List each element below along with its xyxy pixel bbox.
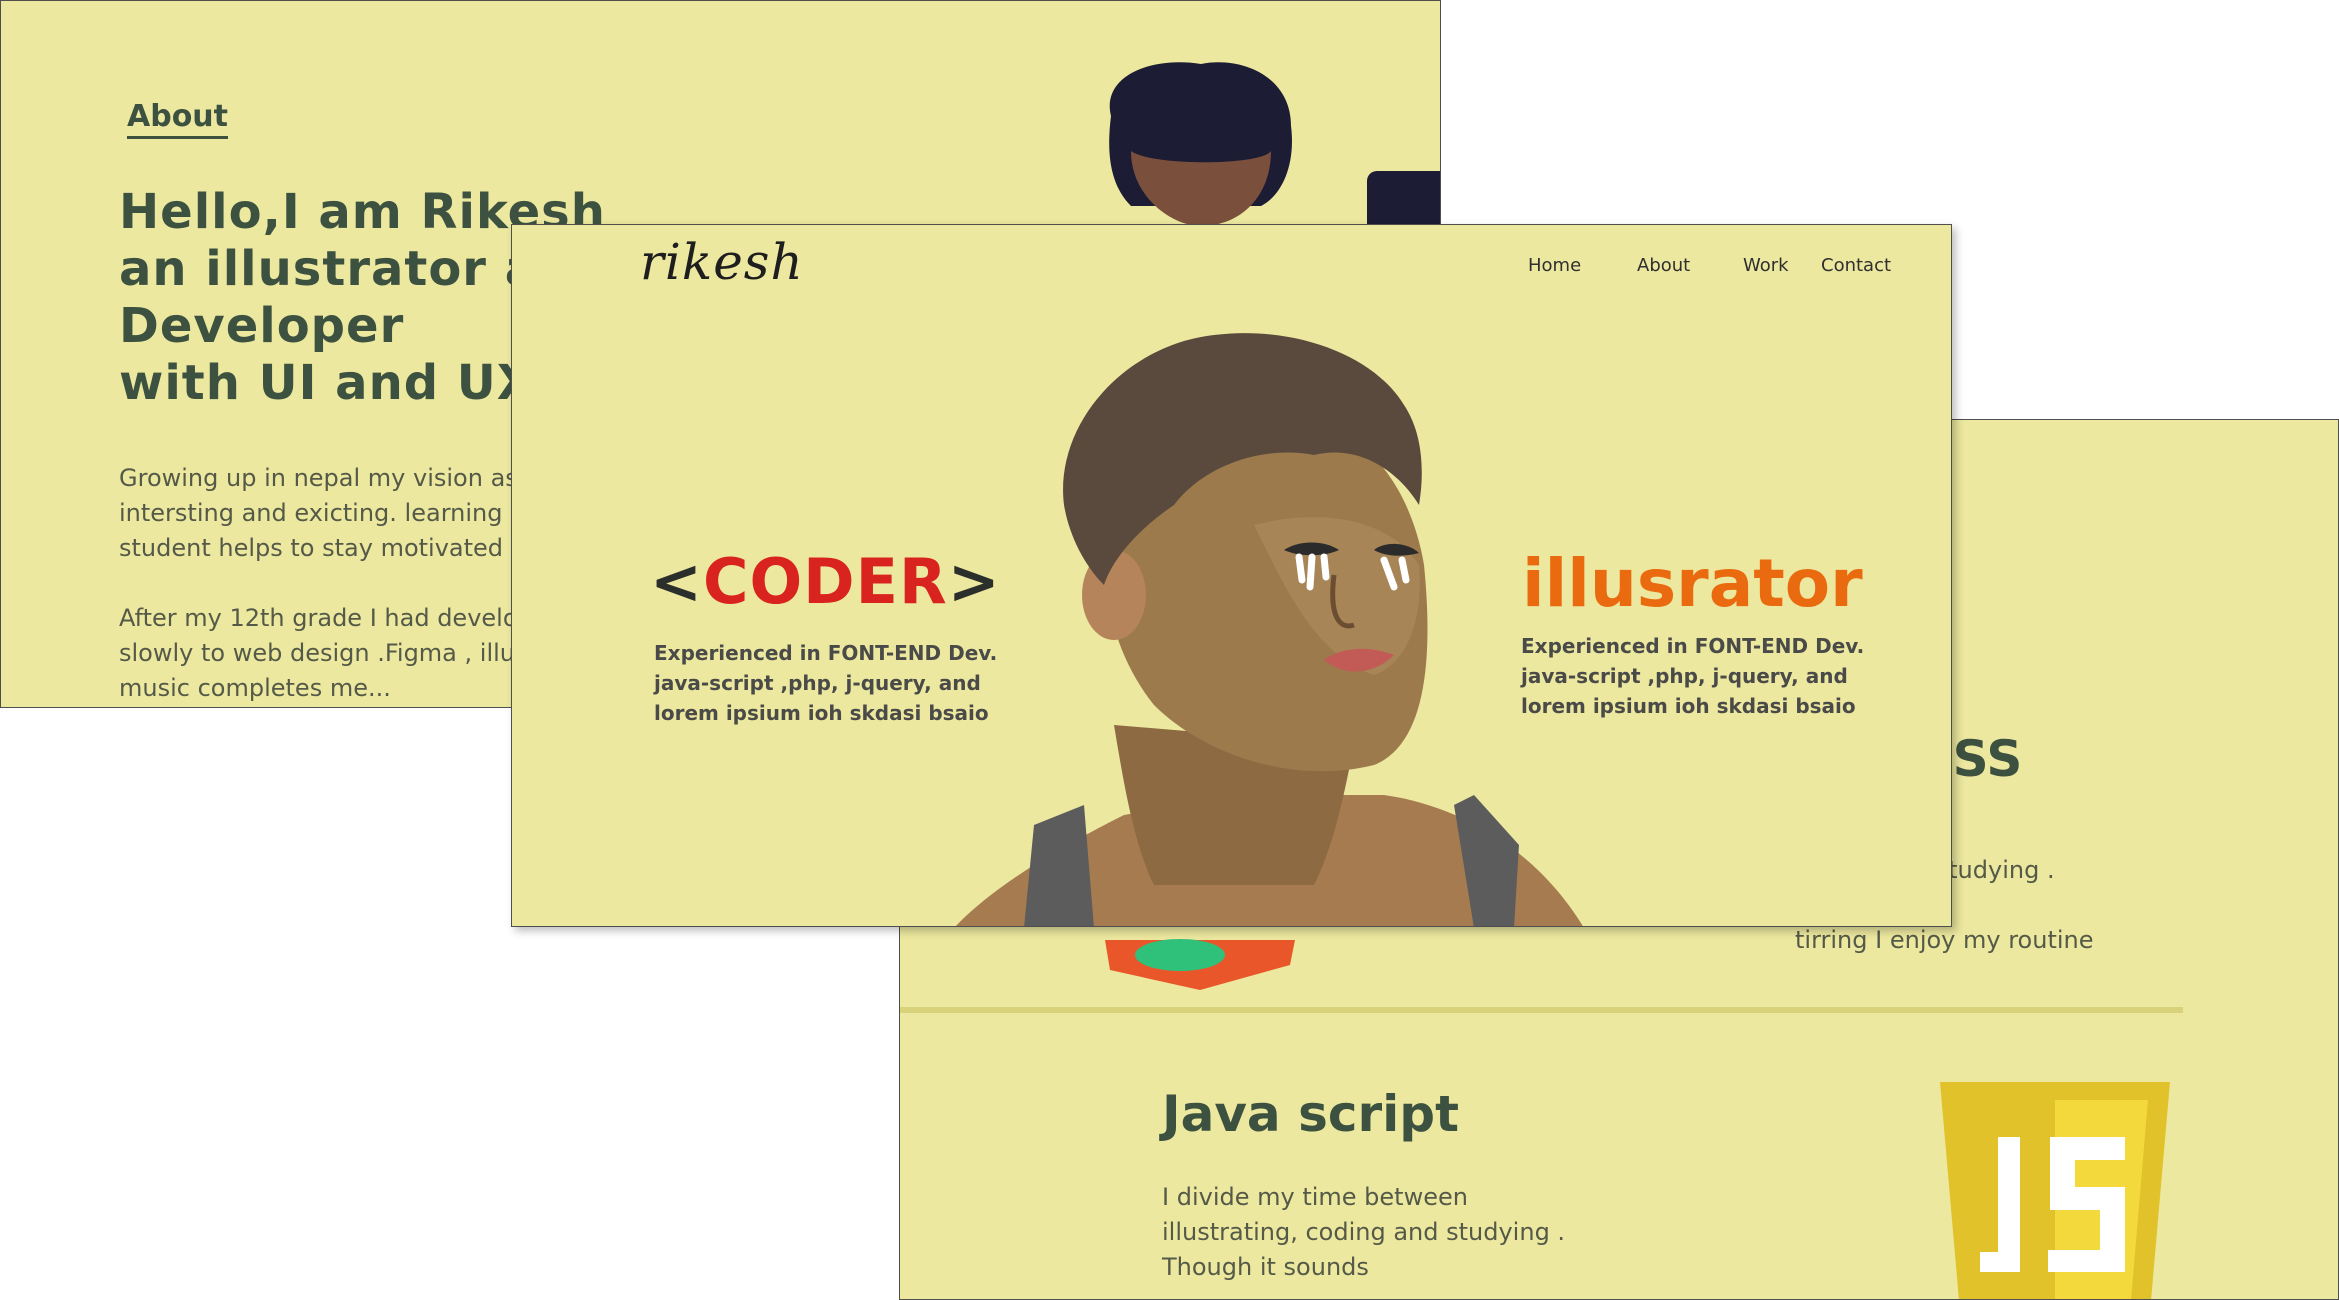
paragraph-line: slowly to web design .Figma , illus <box>119 639 528 667</box>
paragraph-line: music completes me... <box>119 674 391 702</box>
coder-title: CODER <box>702 545 948 618</box>
about-paragraph-2: After my 12th grade I had develop slowly… <box>119 601 533 706</box>
illustrator-description: Experienced in FONT-END Dev. java-script… <box>1521 631 1864 721</box>
paragraph-line: After my 12th grade I had develop <box>119 604 533 632</box>
paragraph-line: tirring I enjoy my routine <box>1795 926 2094 954</box>
description-line: Experienced in FONT-END Dev. <box>1521 634 1865 658</box>
about-nav-link[interactable]: About <box>127 99 229 139</box>
site-logo[interactable]: rikesh <box>640 233 804 291</box>
paragraph-line: intersting and exicting. learning sn <box>119 499 538 527</box>
phone-shape <box>1367 171 1440 231</box>
section-divider <box>900 1007 2183 1013</box>
coder-heading: <CODER> <box>650 545 1001 618</box>
nav-work-link[interactable]: Work <box>1743 255 1789 276</box>
description-line: lorem ipsium ioh skdasi bsaio <box>654 701 989 725</box>
nav-contact-link[interactable]: Contact <box>1821 255 1891 276</box>
bracket-right-icon: > <box>947 545 1001 618</box>
portrait-illustration <box>955 333 1583 926</box>
paragraph-line: student helps to stay motivated <box>119 534 504 562</box>
coder-description: Experienced in FONT-END Dev. java-script… <box>654 638 997 728</box>
nav-home-link[interactable]: Home <box>1528 255 1581 276</box>
javascript-shield-icon <box>1940 1082 2170 1299</box>
illustrator-title: illusrator <box>1522 545 1863 622</box>
description-line: lorem ipsium ioh skdasi bsaio <box>1521 694 1856 718</box>
paragraph-line: Though it sounds <box>1162 1253 1369 1281</box>
bracket-left-icon: < <box>650 545 703 618</box>
description-line: Experienced in FONT-END Dev. <box>654 641 998 665</box>
description-line: java-script ,php, j-query, and <box>1521 664 1848 688</box>
paragraph-line: Growing up in nepal my vision as <box>119 464 518 492</box>
javascript-section-title: Java script <box>1162 1085 1459 1143</box>
nav-about-link[interactable]: About <box>1637 255 1690 276</box>
home-page-panel: rikesh Home About Work Contact <CODER> E… <box>511 224 1952 927</box>
javascript-section-text: I divide my time between illustrating, c… <box>1162 1180 1565 1285</box>
description-line: java-script ,php, j-query, and <box>654 671 981 695</box>
avatar-illustration <box>1109 62 1292 226</box>
paragraph-line: I divide my time between <box>1162 1183 1468 1211</box>
about-paragraph-1: Growing up in nepal my vision as interst… <box>119 461 538 566</box>
paragraph-line: illustrating, coding and studying . <box>1162 1218 1566 1246</box>
